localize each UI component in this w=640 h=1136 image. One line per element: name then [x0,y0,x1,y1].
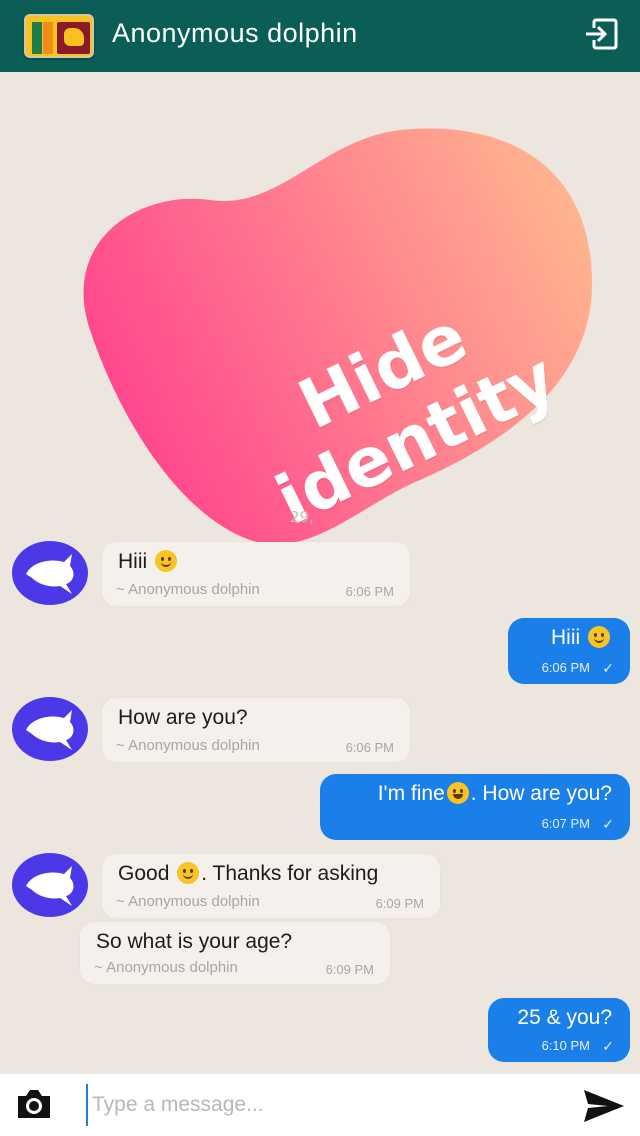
message-time: 6:09 PM [375,896,424,911]
smile-emoji-icon [588,626,610,648]
outgoing-message[interactable]: Hiii 6:06 PM ✓ [508,618,630,684]
message-text: Hiii [118,550,179,574]
sent-check-icon: ✓ [602,817,614,833]
send-icon[interactable] [582,1088,626,1124]
message-text: Good . Thanks for asking [118,862,379,885]
message-time: 6:06 PM [345,740,394,755]
app-header: Anonymous dolphin [0,0,640,72]
camera-icon[interactable] [14,1086,54,1122]
outgoing-message[interactable]: 25 & you? 6:10 PM ✓ [488,998,630,1062]
sri-lanka-flag-icon[interactable] [24,14,94,58]
outgoing-message[interactable]: I'm fine. How are you? 6:07 PM ✓ [320,774,630,840]
message-time: 6:06 PM [541,660,590,675]
chat-title: Anonymous dolphin [112,18,358,48]
message-text: I'm fine. How are you? [377,782,612,805]
message-time: 6:06 PM [345,584,394,599]
message-sender: ~ Anonymous dolphin [116,893,260,910]
exit-icon[interactable] [582,14,622,54]
dolphin-avatar-icon[interactable] [10,852,90,918]
message-text: So what is your age? [96,930,293,953]
date-separator: 29, [290,508,314,526]
message-text: 25 & you? [517,1006,612,1029]
dolphin-avatar-icon[interactable] [10,696,90,762]
message-sender: ~ Anonymous dolphin [94,959,238,976]
grin-emoji-icon [446,782,469,804]
promo-blob: Hide identity [60,120,600,550]
incoming-message[interactable]: So what is your age? ~ Anonymous dolphin… [80,922,390,984]
message-text: How are you? [118,706,248,729]
sent-check-icon: ✓ [602,1039,614,1055]
incoming-message[interactable]: Hiii ~ Anonymous dolphin 6:06 PM [102,542,410,606]
dolphin-avatar-icon[interactable] [10,540,90,606]
message-sender: ~ Anonymous dolphin [116,581,260,598]
message-time: 6:07 PM [541,816,590,831]
message-time: 6:09 PM [325,962,374,977]
smile-emoji-icon [177,862,200,884]
smile-emoji-icon [155,550,178,572]
message-sender: ~ Anonymous dolphin [116,737,260,754]
message-input-bar [0,1074,640,1136]
sent-check-icon: ✓ [602,661,614,677]
message-input[interactable] [86,1084,556,1126]
incoming-message[interactable]: How are you? ~ Anonymous dolphin 6:06 PM [102,698,410,762]
message-text: Hiii [551,626,612,650]
message-time: 6:10 PM [541,1038,590,1053]
incoming-message[interactable]: Good . Thanks for asking ~ Anonymous dol… [102,854,440,918]
